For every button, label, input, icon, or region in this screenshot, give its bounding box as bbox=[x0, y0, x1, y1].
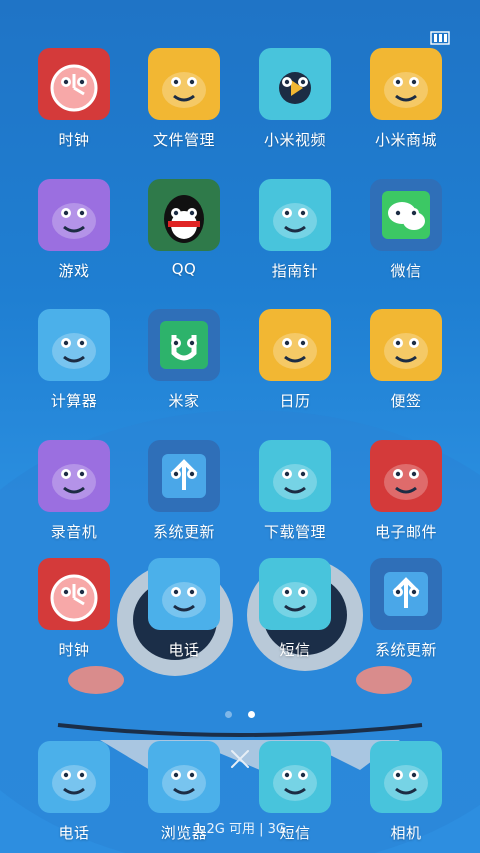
wechat-icon[interactable] bbox=[370, 179, 442, 251]
app-label: 电子邮件 bbox=[374, 523, 437, 541]
update-arrow-icon[interactable] bbox=[370, 558, 442, 630]
app-label: 游戏 bbox=[58, 262, 90, 280]
app-5[interactable]: 游戏 bbox=[19, 179, 129, 281]
app-label: 微信 bbox=[390, 262, 422, 280]
close-icon[interactable] bbox=[229, 748, 251, 770]
app-label: 文件管理 bbox=[152, 131, 215, 149]
memory-status: 1.2G 可用 | 3G bbox=[194, 822, 286, 837]
compass-monster-icon[interactable] bbox=[259, 179, 331, 251]
clock-monster-icon[interactable] bbox=[38, 558, 110, 630]
app-14[interactable]: 系统更新 bbox=[129, 440, 239, 542]
phone-monster-icon[interactable] bbox=[38, 741, 110, 813]
app-label: 米家 bbox=[168, 392, 200, 410]
recorder-monster-icon[interactable] bbox=[38, 440, 110, 512]
app-7[interactable]: 指南针 bbox=[240, 179, 350, 281]
app-9[interactable]: 计算器 bbox=[19, 309, 129, 411]
app-label: 系统更新 bbox=[374, 641, 437, 659]
app-label: 短信 bbox=[279, 641, 311, 659]
app-18[interactable]: 电话 bbox=[129, 558, 239, 660]
app-label: 小米商城 bbox=[374, 131, 437, 149]
calculator-monster-icon[interactable] bbox=[38, 309, 110, 381]
app-label: 系统更新 bbox=[152, 523, 215, 541]
app-2[interactable]: 文件管理 bbox=[129, 48, 239, 150]
app-6[interactable]: QQ bbox=[129, 179, 239, 278]
app-11[interactable]: 日历 bbox=[240, 309, 350, 411]
video-monster-icon[interactable] bbox=[259, 48, 331, 120]
phone-monster-icon[interactable] bbox=[148, 558, 220, 630]
clock-monster-icon[interactable] bbox=[38, 48, 110, 120]
app-3[interactable]: 小米视频 bbox=[240, 48, 350, 150]
folder-monster-icon[interactable] bbox=[148, 48, 220, 120]
page-dot-2[interactable] bbox=[247, 711, 255, 718]
app-15[interactable]: 下载管理 bbox=[240, 440, 350, 542]
app-label: 日历 bbox=[279, 392, 311, 410]
notes-monster-icon[interactable] bbox=[370, 309, 442, 381]
app-label: 小米视频 bbox=[263, 131, 326, 149]
qq-penguin-icon[interactable] bbox=[148, 179, 220, 251]
app-label: 时钟 bbox=[58, 641, 90, 659]
app-20[interactable]: 系统更新 bbox=[351, 558, 461, 660]
app-16[interactable]: 电子邮件 bbox=[351, 440, 461, 542]
app-17[interactable]: 时钟 bbox=[19, 558, 129, 660]
app-1[interactable]: 时钟 bbox=[19, 48, 129, 150]
app-4[interactable]: 小米商城 bbox=[351, 48, 461, 150]
app-19[interactable]: 短信 bbox=[240, 558, 350, 660]
app-label: 下载管理 bbox=[263, 523, 326, 541]
page-indicator[interactable] bbox=[0, 703, 480, 722]
app-10[interactable]: 米家 bbox=[129, 309, 239, 411]
app-label: 指南针 bbox=[271, 262, 319, 280]
app-label: 时钟 bbox=[58, 131, 90, 149]
sms-monster-icon[interactable] bbox=[259, 741, 331, 813]
app-label: QQ bbox=[171, 260, 197, 278]
shop-monster-icon[interactable] bbox=[370, 48, 442, 120]
app-8[interactable]: 微信 bbox=[351, 179, 461, 281]
download-monster-icon[interactable] bbox=[259, 440, 331, 512]
sms-monster-icon[interactable] bbox=[259, 558, 331, 630]
mijia-icon[interactable] bbox=[148, 309, 220, 381]
app-12[interactable]: 便签 bbox=[351, 309, 461, 411]
email-monster-icon[interactable] bbox=[370, 440, 442, 512]
calendar-monster-icon[interactable] bbox=[259, 309, 331, 381]
battery-icon bbox=[430, 31, 450, 45]
app-label: 录音机 bbox=[50, 523, 98, 541]
app-label: 便签 bbox=[390, 392, 422, 410]
update-arrow-icon[interactable] bbox=[148, 440, 220, 512]
app-13[interactable]: 录音机 bbox=[19, 440, 129, 542]
app-label: 电话 bbox=[168, 641, 200, 659]
camera-monster-icon[interactable] bbox=[370, 741, 442, 813]
page-dot-1[interactable] bbox=[225, 711, 233, 718]
browser-monster-icon[interactable] bbox=[148, 741, 220, 813]
app-label: 计算器 bbox=[50, 392, 98, 410]
gamepad-monster-icon[interactable] bbox=[38, 179, 110, 251]
